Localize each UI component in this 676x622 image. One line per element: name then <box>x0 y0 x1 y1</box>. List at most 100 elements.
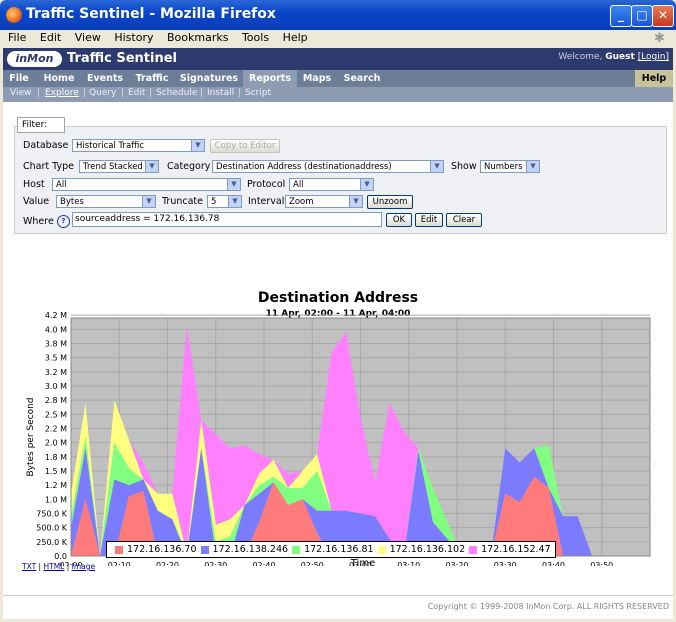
where-label-text: Where <box>23 216 54 227</box>
subnav-schedule[interactable]: Schedule <box>156 88 197 98</box>
menu-tools[interactable]: Tools <box>237 30 274 45</box>
subnav-script[interactable]: Script <box>245 88 271 98</box>
tab-file[interactable]: File <box>3 70 35 87</box>
ok-button[interactable]: OK <box>386 213 412 227</box>
app-title: Traffic Sentinel <box>67 51 177 66</box>
chart-area: Destination Address 11 Apr, 02:00 - 11 Ap… <box>3 236 673 570</box>
window-title: Traffic Sentinel - Mozilla Firefox <box>26 6 276 22</box>
x-tick-label: 03:50 <box>590 561 613 566</box>
chart-legend: 172.16.136.70 172.16.138.246 172.16.136.81… <box>106 541 556 558</box>
subnav-separator: | <box>83 88 87 98</box>
y-tick-label: 2.8 M <box>45 396 67 405</box>
image-link[interactable]: Image <box>72 562 96 571</box>
interval-select[interactable]: Zoom ▼ <box>285 195 363 208</box>
x-tick-label: 02:50 <box>301 561 324 566</box>
x-tick-label: 03:40 <box>542 561 565 566</box>
database-select[interactable]: Historical Traffic ▼ <box>72 139 205 152</box>
show-select[interactable]: Numbers ▼ <box>480 160 540 173</box>
sub-nav: View | Explore | Query | Edit | Schedule… <box>3 87 673 102</box>
maximize-icon[interactable]: □ <box>631 5 653 27</box>
close-icon[interactable]: ✕ <box>652 5 674 27</box>
tab-search[interactable]: Search <box>337 70 387 87</box>
menu-file[interactable]: File <box>3 30 31 45</box>
subnav-edit[interactable]: Edit <box>128 88 145 98</box>
protocol-select[interactable]: All ▼ <box>289 178 374 191</box>
title-bar: Traffic Sentinel - Mozilla Firefox _ □ ✕ <box>0 0 676 30</box>
welcome-prefix: Welcome, <box>558 52 603 62</box>
tab-maps[interactable]: Maps <box>299 70 335 87</box>
subnav-install[interactable]: Install <box>207 88 234 98</box>
tab-signatures[interactable]: Signatures <box>177 70 241 87</box>
inmon-logo: inMon <box>7 51 62 67</box>
x-tick-label: 02:20 <box>156 561 179 566</box>
y-tick-label: 1.8 M <box>45 453 67 462</box>
tab-events[interactable]: Events <box>83 70 127 87</box>
chevron-down-icon: ▼ <box>142 196 155 207</box>
subnav-query[interactable]: Query <box>89 88 116 98</box>
help-icon[interactable]: ? <box>56 215 70 228</box>
footer-divider <box>3 595 673 596</box>
page-content: inMon Traffic Sentinel Welcome, Guest [L… <box>3 48 673 619</box>
y-tick-label: 0.0 <box>54 552 67 561</box>
y-tick-label: 3.5 M <box>45 354 67 363</box>
unzoom-button[interactable]: Unzoom <box>367 195 413 209</box>
copy-to-editor-button[interactable]: Copy to Editor <box>210 139 280 153</box>
menu-edit[interactable]: Edit <box>35 30 66 45</box>
x-tick-label: 03:20 <box>445 561 468 566</box>
subnav-separator: | <box>37 88 41 98</box>
menu-help[interactable]: Help <box>278 30 313 45</box>
subnav-view[interactable]: View <box>10 88 31 98</box>
chevron-down-icon: ▼ <box>145 161 158 172</box>
database-label: Database <box>23 140 69 151</box>
y-tick-label: 4.0 M <box>45 325 67 334</box>
legend-label: 172.16.136.102 <box>389 544 466 555</box>
show-value: Numbers <box>484 162 523 172</box>
y-tick-label: 3.2 M <box>45 368 67 377</box>
x-tick-label: 03:30 <box>494 561 517 566</box>
category-label: Category <box>167 161 211 172</box>
filter-panel: Database Historical Traffic ▼ Copy to Edi… <box>14 126 667 234</box>
subnav-explore[interactable]: Explore <box>45 88 79 98</box>
chart-type-label: Chart Type <box>23 161 74 172</box>
chart-type-value: Trend Stacked <box>83 162 143 172</box>
value-select[interactable]: Bytes ▼ <box>56 195 156 208</box>
chevron-down-icon: ▼ <box>349 196 362 207</box>
clear-button[interactable]: Clear <box>446 213 482 227</box>
chart-type-select[interactable]: Trend Stacked ▼ <box>79 160 159 173</box>
menu-view[interactable]: View <box>70 30 106 45</box>
y-tick-label: 3.0 M <box>45 382 67 391</box>
y-tick-label: 2.2 M <box>45 425 67 434</box>
tab-traffic[interactable]: Traffic <box>129 70 175 87</box>
truncate-value: 5 <box>211 197 217 207</box>
where-label: Where ? <box>23 215 70 228</box>
subnav-separator: | <box>121 88 125 98</box>
legend-swatch <box>200 545 209 554</box>
txt-link[interactable]: TXT <box>22 562 36 571</box>
legend-swatch <box>292 545 301 554</box>
legend-swatch <box>469 545 478 554</box>
where-input[interactable]: sourceaddress = 172.16.136.78 <box>72 212 382 227</box>
x-tick-label: 02:30 <box>204 561 227 566</box>
help-tab[interactable]: Help <box>635 70 673 87</box>
host-select[interactable]: All ▼ <box>52 178 241 191</box>
truncate-select[interactable]: 5 ▼ <box>207 195 242 208</box>
category-select[interactable]: Destination Address (destinationaddress)… <box>212 160 444 173</box>
y-axis-label: Bytes per Second <box>26 397 36 476</box>
edit-button[interactable]: Edit <box>415 213 443 227</box>
tab-home[interactable]: Home <box>37 70 81 87</box>
y-tick-label: 250.0 K <box>36 538 67 547</box>
y-tick-label: 4.2 M <box>45 311 67 320</box>
chart-title: Destination Address <box>258 290 418 306</box>
tab-reports[interactable]: Reports <box>243 70 297 87</box>
minimize-icon[interactable]: _ <box>610 5 632 27</box>
chevron-down-icon: ▼ <box>228 196 241 207</box>
html-link[interactable]: HTML <box>43 562 64 571</box>
login-link[interactable]: [Login] <box>638 52 669 62</box>
menu-history[interactable]: History <box>109 30 158 45</box>
browser-window: Traffic Sentinel - Mozilla Firefox _ □ ✕… <box>0 0 676 622</box>
y-tick-label: 2.5 M <box>45 410 67 419</box>
menu-bookmarks[interactable]: Bookmarks <box>162 30 233 45</box>
database-value: Historical Traffic <box>76 141 145 151</box>
legend-label: 172.16.136.81 <box>304 544 374 555</box>
welcome-text: Welcome, Guest [Login] <box>558 52 669 62</box>
